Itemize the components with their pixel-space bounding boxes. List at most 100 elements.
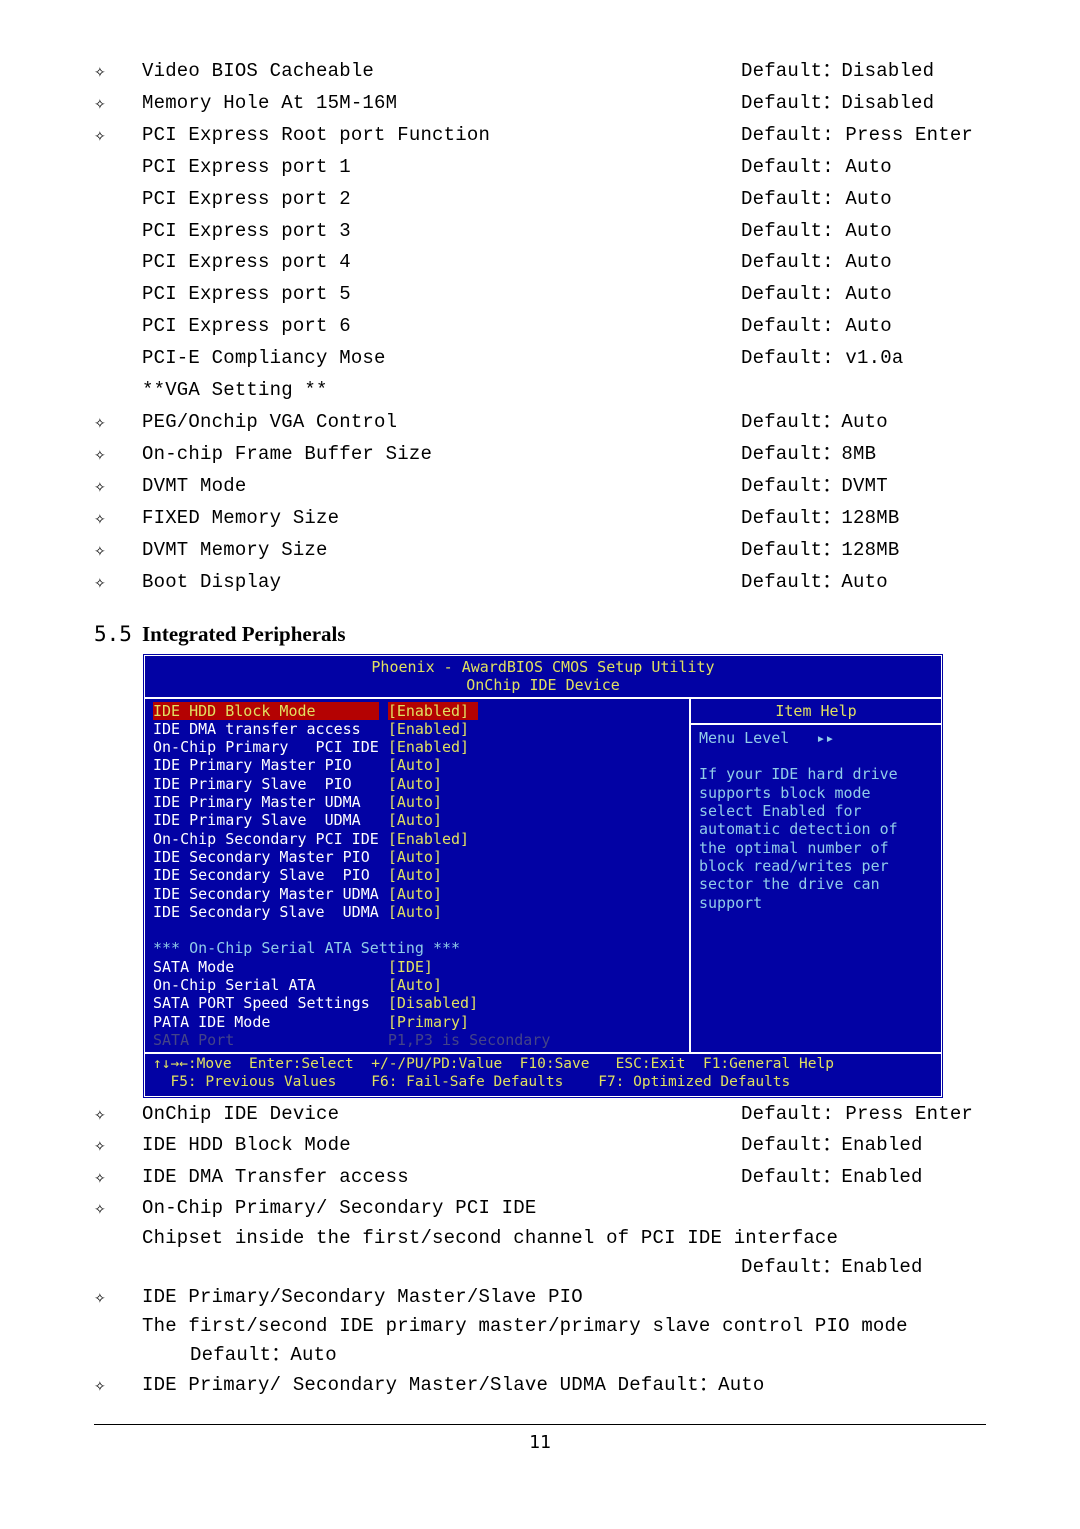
bios-item-help-header: Item Help — [691, 699, 941, 725]
setting-row: PCI Express port 6Default: Auto — [94, 311, 986, 343]
ide-pio-default: Default：Auto — [142, 1341, 986, 1370]
setting-default: Default: Auto — [741, 247, 986, 279]
ide-udma-line: IDE Primary/ Secondary Master/Slave UDMA… — [142, 1371, 986, 1400]
diamond-bullet-icon — [94, 247, 142, 279]
diamond-bullet-icon: ✧ — [94, 88, 142, 120]
setting-default: Default: Auto — [741, 279, 986, 311]
ide-pio-line1: IDE Primary/Secondary Master/Slave PIO — [142, 1283, 986, 1312]
bios-screenshot: Phoenix - AwardBIOS CMOS Setup Utility O… — [142, 653, 944, 1099]
diamond-bullet-icon — [94, 375, 142, 407]
setting-label: DVMT Memory Size — [142, 535, 741, 567]
setting-row: ✧DVMT Memory Size Default：128MB — [94, 535, 986, 567]
setting-default: Default：Auto — [741, 407, 986, 439]
ide-pio-desc: The first/second IDE primary master/prim… — [142, 1312, 986, 1341]
diamond-bullet-icon — [94, 343, 142, 375]
setting-row: ✧Video BIOS CacheableDefault：Disabled — [94, 56, 986, 88]
diamond-bullet-icon: ✧ — [94, 503, 142, 535]
diamond-bullet-icon: ✧ — [94, 56, 142, 88]
setting-label: FIXED Memory Size — [142, 503, 741, 535]
diamond-bullet-icon: ✧ — [94, 1130, 142, 1162]
setting-row: ✧PEG/Onchip VGA ControlDefault：Auto — [94, 407, 986, 439]
bios-help-body: Menu Level ▸▸ If your IDE hard drive sup… — [691, 725, 941, 916]
page-number: 11 — [94, 1429, 986, 1457]
diamond-bullet-icon: ✧ — [94, 407, 142, 439]
setting-label: On-chip Frame Buffer Size — [142, 439, 741, 471]
setting-row: ✧IDE DMA Transfer accessDefault：Enabled — [94, 1162, 986, 1194]
diamond-bullet-icon — [94, 279, 142, 311]
setting-default: Default：Enabled — [741, 1162, 986, 1194]
setting-label: PCI Express port 1 — [142, 152, 741, 184]
setting-default: Default: Auto — [741, 311, 986, 343]
bios-right-pane: Item Help Menu Level ▸▸ If your IDE hard… — [689, 699, 941, 1053]
section-number: 5.5 — [94, 618, 142, 651]
onchip-pci-ide-desc: Chipset inside the first/second channel … — [142, 1224, 986, 1253]
setting-default: Default: Press Enter — [741, 120, 986, 152]
setting-row: PCI Express port 1Default: Auto — [94, 152, 986, 184]
setting-label: PCI Express port 4 — [142, 247, 741, 279]
diamond-bullet-icon — [94, 152, 142, 184]
setting-row: ✧Memory Hole At 15M-16MDefault：Disabled — [94, 88, 986, 120]
setting-label: PCI Express port 3 — [142, 216, 741, 248]
diamond-bullet-icon: ✧ — [94, 120, 142, 152]
setting-label: PCI Express port 6 — [142, 311, 741, 343]
section-title: Integrated Peripherals — [142, 618, 346, 651]
setting-row: PCI Express port 3Default: Auto — [94, 216, 986, 248]
setting-default: Default：128MB — [741, 535, 986, 567]
onchip-pci-ide-default: Default：Enabled — [741, 1253, 986, 1282]
diamond-bullet-icon — [94, 216, 142, 248]
setting-row: ✧IDE HDD Block ModeDefault：Enabled — [94, 1130, 986, 1162]
bios-left-pane: IDE HDD Block Mode [Enabled] IDE DMA tra… — [145, 699, 689, 1053]
section-header: 5.5 Integrated Peripherals — [94, 618, 986, 651]
setting-label: PCI-E Compliancy Mose — [142, 343, 741, 375]
ide-udma-block: ✧ IDE Primary/ Secondary Master/Slave UD… — [94, 1371, 986, 1400]
setting-default: Default：Disabled — [741, 56, 986, 88]
diamond-bullet-icon: ✧ — [94, 439, 142, 471]
bios-title: Phoenix - AwardBIOS CMOS Setup Utility O… — [145, 656, 941, 699]
diamond-bullet-icon: ✧ — [94, 471, 142, 503]
setting-row: ✧Boot Display Default：Auto — [94, 567, 986, 599]
footer-rule — [94, 1424, 986, 1425]
setting-label: PCI Express port 2 — [142, 184, 741, 216]
setting-label: Boot Display — [142, 567, 741, 599]
diamond-bullet-icon: ✧ — [94, 535, 142, 567]
setting-label: PCI Express Root port Function — [142, 120, 741, 152]
setting-label: PCI Express port 5 — [142, 279, 741, 311]
setting-default: Default：Enabled — [741, 1130, 986, 1162]
setting-label: OnChip IDE Device — [142, 1099, 741, 1131]
setting-default: Default：128MB — [741, 503, 986, 535]
onchip-pci-ide-block: ✧ On-Chip Primary/ Secondary PCI IDE Chi… — [94, 1194, 986, 1282]
setting-default: Default: Auto — [741, 216, 986, 248]
setting-default: Default：Disabled — [741, 88, 986, 120]
setting-label: IDE HDD Block Mode — [142, 1130, 741, 1162]
setting-label: IDE DMA Transfer access — [142, 1162, 741, 1194]
setting-row: ✧OnChip IDE DeviceDefault: Press Enter — [94, 1099, 986, 1131]
ide-pio-block: ✧ IDE Primary/Secondary Master/Slave PIO… — [94, 1283, 986, 1371]
setting-default: Default: Press Enter — [741, 1099, 986, 1131]
setting-default: Default：Auto — [741, 567, 986, 599]
setting-label: DVMT Mode — [142, 471, 741, 503]
setting-label: Video BIOS Cacheable — [142, 56, 741, 88]
setting-default: Default：8MB — [741, 439, 986, 471]
setting-row: PCI-E Compliancy MoseDefault: v1.0a — [94, 343, 986, 375]
setting-default: Default: Auto — [741, 184, 986, 216]
setting-row: ✧On-chip Frame Buffer Size Default：8MB — [94, 439, 986, 471]
setting-row: ✧DVMT ModeDefault：DVMT — [94, 471, 986, 503]
setting-row: PCI Express port 5Default: Auto — [94, 279, 986, 311]
setting-row: **VGA Setting ** — [94, 375, 986, 407]
setting-row: PCI Express port 2Default: Auto — [94, 184, 986, 216]
diamond-bullet-icon — [94, 311, 142, 343]
setting-default: Default: v1.0a — [741, 343, 986, 375]
onchip-pci-ide-line1: On-Chip Primary/ Secondary PCI IDE — [142, 1194, 986, 1223]
diamond-bullet-icon: ✧ — [94, 1162, 142, 1194]
setting-default: Default: Auto — [741, 152, 986, 184]
diamond-bullet-icon: ✧ — [94, 1099, 142, 1131]
setting-row: PCI Express port 4Default: Auto — [94, 247, 986, 279]
setting-row: ✧PCI Express Root port Function Default:… — [94, 120, 986, 152]
setting-default — [741, 375, 986, 407]
setting-label: **VGA Setting ** — [142, 375, 741, 407]
setting-default: Default：DVMT — [741, 471, 986, 503]
setting-label: Memory Hole At 15M-16M — [142, 88, 741, 120]
diamond-bullet-icon — [94, 184, 142, 216]
setting-row: ✧FIXED Memory Size Default：128MB — [94, 503, 986, 535]
setting-label: PEG/Onchip VGA Control — [142, 407, 741, 439]
